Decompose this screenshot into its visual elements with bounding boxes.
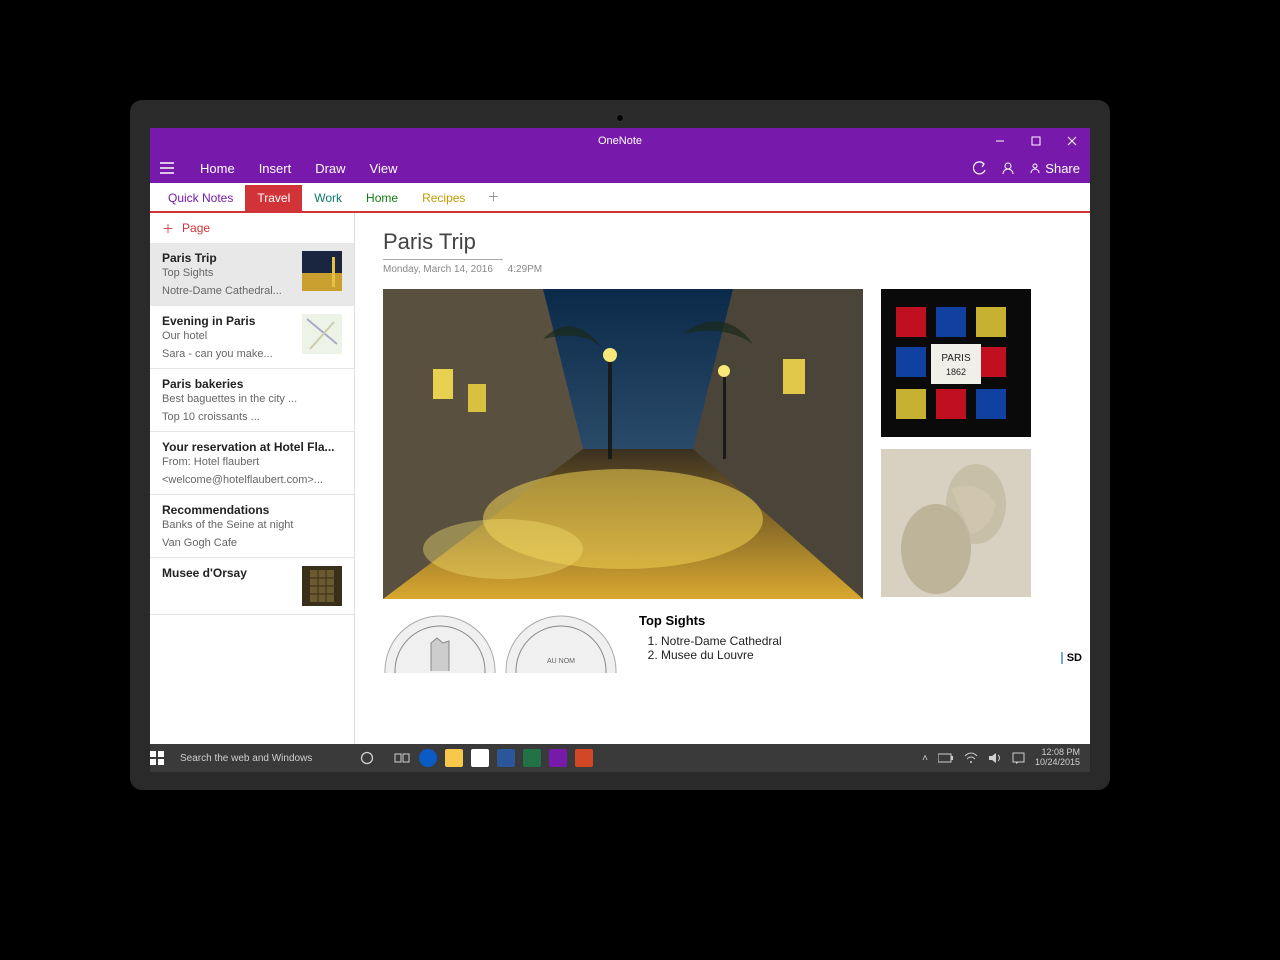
page-item-musee-dorsay[interactable]: Musee d'Orsay: [150, 558, 354, 615]
page-title: Musee d'Orsay: [162, 566, 294, 580]
file-explorer-icon[interactable]: [444, 748, 464, 768]
ribbon-tab-view[interactable]: View: [370, 161, 398, 176]
note-images: PARIS 1862: [383, 289, 1062, 599]
section-tab-quick-notes[interactable]: Quick Notes: [156, 185, 245, 211]
section-tabs: Quick Notes Travel Work Home Recipes ＋: [150, 183, 1090, 213]
page-sub2: Notre-Dame Cathedral...: [162, 285, 294, 297]
account-icon[interactable]: [1001, 161, 1015, 175]
tray-chevron-icon[interactable]: ˄: [922, 753, 928, 764]
page-title: Your reservation at Hotel Fla...: [162, 440, 342, 454]
section-tab-work[interactable]: Work: [302, 185, 354, 211]
page-item-paris-bakeries[interactable]: Paris bakeries Best baguettes in the cit…: [150, 369, 354, 432]
share-label: Share: [1045, 161, 1080, 176]
camera-dot: [616, 114, 624, 122]
bottom-content: AU NOM Top Sights Notre-Dame Cathedral M…: [383, 613, 1062, 673]
top-sights[interactable]: Top Sights Notre-Dame Cathedral Musee du…: [639, 613, 1062, 662]
caption-year: 1862: [946, 367, 966, 377]
note-title[interactable]: Paris Trip: [383, 229, 503, 260]
add-page-label: Page: [182, 221, 210, 235]
screen: OneNote Home Insert Draw: [150, 128, 1090, 772]
work-area: ＋ Page Paris Trip Top Sights Notre-Dame …: [150, 213, 1090, 744]
author-badge: SD: [1061, 652, 1082, 664]
add-page-button[interactable]: ＋ Page: [150, 213, 354, 243]
section-tab-home[interactable]: Home: [354, 185, 410, 211]
page-thumbnail: [302, 251, 342, 291]
page-item-evening-in-paris[interactable]: Evening in Paris Our hotel Sara - can yo…: [150, 306, 354, 369]
page-item-paris-trip[interactable]: Paris Trip Top Sights Notre-Dame Cathedr…: [150, 243, 354, 306]
page-item-reservation[interactable]: Your reservation at Hotel Fla... From: H…: [150, 432, 354, 495]
edge-icon[interactable]: [418, 748, 438, 768]
page-sub: Our hotel: [162, 330, 294, 342]
store-icon[interactable]: [470, 748, 490, 768]
stained-glass-photo[interactable]: PARIS 1862: [881, 289, 1031, 437]
page-title: Evening in Paris: [162, 314, 294, 328]
clock-date: 10/24/2015: [1035, 758, 1080, 768]
search-input[interactable]: Search the web and Windows: [180, 753, 360, 764]
maximize-button[interactable]: [1018, 128, 1054, 153]
window-titlebar: OneNote: [150, 128, 1090, 153]
notifications-icon[interactable]: [1012, 752, 1025, 765]
page-thumbnail: [302, 566, 342, 606]
undo-icon[interactable]: [973, 161, 987, 175]
section-tab-recipes[interactable]: Recipes: [410, 185, 477, 211]
page-sub: Best baguettes in the city ...: [162, 393, 342, 405]
page-sub2: Van Gogh Cafe: [162, 537, 342, 549]
task-view-icon[interactable]: [392, 748, 412, 768]
add-section-button[interactable]: ＋: [477, 182, 509, 211]
page-sub: Banks of the Seine at night: [162, 519, 342, 531]
page-sub2: Top 10 croissants ...: [162, 411, 342, 423]
coin-images[interactable]: AU NOM: [383, 613, 619, 673]
wifi-icon[interactable]: [964, 752, 978, 764]
hamburger-icon[interactable]: [160, 162, 184, 174]
word-icon[interactable]: [496, 748, 516, 768]
page-list: ＋ Page Paris Trip Top Sights Notre-Dame …: [150, 213, 355, 744]
page-title: Paris Trip: [162, 251, 294, 265]
taskbar: Search the web and Windows ˄: [150, 744, 1090, 772]
sight-item: Musee du Louvre: [661, 648, 1062, 662]
page-title: Recommendations: [162, 503, 342, 517]
app-title: OneNote: [598, 135, 642, 147]
sculpture-photo[interactable]: [881, 449, 1031, 597]
start-button[interactable]: [150, 751, 180, 765]
page-sub2: Sara - can you make...: [162, 348, 294, 360]
volume-icon[interactable]: [988, 752, 1002, 764]
main-photo[interactable]: [383, 289, 863, 599]
page-sub: From: Hotel flaubert: [162, 456, 342, 468]
tablet-device-frame: OneNote Home Insert Draw: [130, 100, 1110, 790]
ribbon-tab-home[interactable]: Home: [200, 161, 235, 176]
page-sub: Top Sights: [162, 267, 294, 279]
ribbon: Home Insert Draw View Share: [150, 153, 1090, 183]
battery-icon[interactable]: [938, 753, 954, 763]
onenote-icon[interactable]: [548, 748, 568, 768]
share-button[interactable]: Share: [1029, 161, 1080, 176]
sight-item: Notre-Dame Cathedral: [661, 634, 1062, 648]
page-thumbnail: [302, 314, 342, 354]
close-button[interactable]: [1054, 128, 1090, 153]
page-title: Paris bakeries: [162, 377, 342, 391]
ribbon-tab-insert[interactable]: Insert: [259, 161, 292, 176]
note-timestamp: Monday, March 14, 2016 4:29PM: [383, 264, 1062, 275]
note-time: 4:29PM: [508, 264, 542, 275]
powerpoint-icon[interactable]: [574, 748, 594, 768]
minimize-button[interactable]: [982, 128, 1018, 153]
page-item-recommendations[interactable]: Recommendations Banks of the Seine at ni…: [150, 495, 354, 558]
cortana-icon[interactable]: [360, 751, 382, 765]
clock[interactable]: 12:08 PM 10/24/2015: [1035, 748, 1080, 768]
caption-paris: PARIS: [941, 353, 971, 364]
note-canvas[interactable]: Paris Trip Monday, March 14, 2016 4:29PM: [355, 213, 1090, 744]
section-tab-travel[interactable]: Travel: [245, 185, 302, 211]
plus-icon: ＋: [162, 220, 174, 237]
top-sights-heading: Top Sights: [639, 613, 1062, 628]
svg-text:AU NOM: AU NOM: [547, 658, 575, 665]
page-sub2: <welcome@hotelflaubert.com>...: [162, 474, 342, 486]
ribbon-tab-draw[interactable]: Draw: [315, 161, 345, 176]
note-date: Monday, March 14, 2016: [383, 264, 493, 275]
excel-icon[interactable]: [522, 748, 542, 768]
